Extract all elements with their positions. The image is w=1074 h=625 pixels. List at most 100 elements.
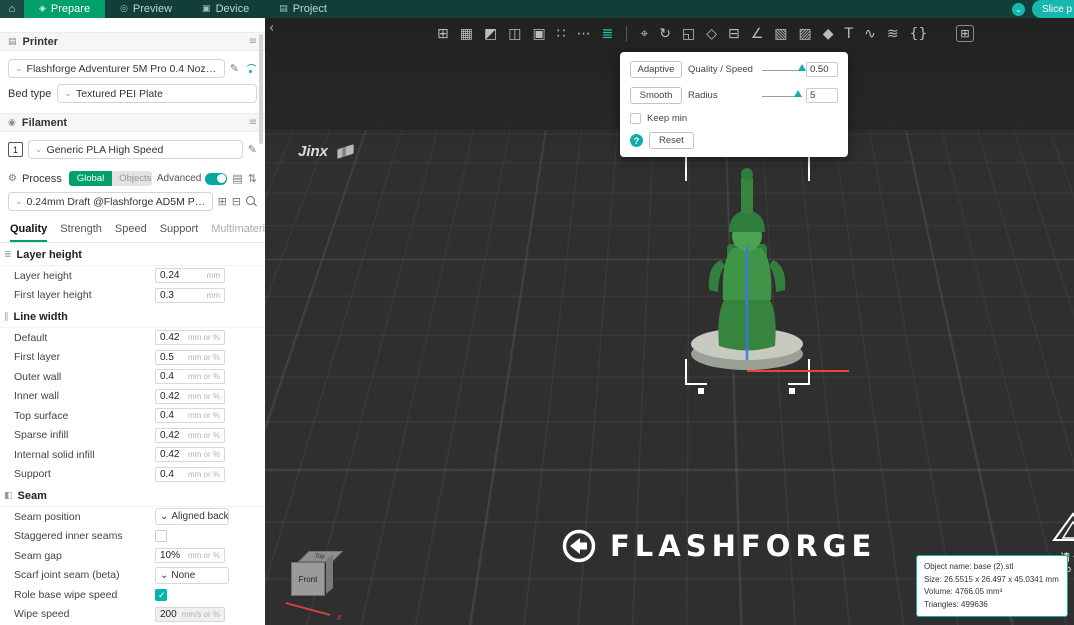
brackets-icon[interactable]: {} — [910, 27, 928, 41]
delete-preset-icon[interactable]: ⊟ — [232, 195, 241, 208]
radius-slider-handle[interactable] — [794, 90, 802, 97]
filament-index-badge[interactable]: 1 — [8, 142, 23, 157]
param-label: Role base wipe speed — [14, 588, 118, 601]
scope-global-button[interactable]: Global — [68, 171, 113, 186]
flashforge-logo-text: FLASHFORGE — [610, 529, 877, 563]
advanced-switch[interactable] — [205, 172, 228, 185]
seam-paint-icon[interactable]: ◆ — [823, 27, 834, 41]
role-base-wipe-speed-checkbox[interactable] — [155, 588, 167, 601]
selection-handle[interactable] — [789, 388, 795, 394]
slice-options-dropdown[interactable]: ⌄ — [1011, 2, 1025, 16]
inner-wall-line-width-input[interactable]: 0.42 mm or % — [155, 388, 225, 404]
cube-right-face[interactable] — [326, 554, 333, 594]
model-figurine[interactable] — [667, 148, 827, 386]
add-object-icon[interactable]: ⊞ — [437, 27, 449, 41]
viewport-3d[interactable]: ‹ ⊞ ▦ ◩ ◫ ▣ ∷ ⋯ ≣ ⌖ ↻ ◱ ◇ ⊟ ∠ ▧ ▨ ◆ T ∿ … — [265, 18, 1074, 625]
first-layer-line-width-input[interactable]: 0.5 mm or % — [155, 349, 225, 365]
param-label: First layer — [14, 351, 61, 364]
quality-slider-handle[interactable] — [798, 64, 806, 71]
filament-preset-select[interactable]: ⌄ Generic PLA High Speed — [28, 140, 243, 159]
edit-printer-icon[interactable]: ✎ — [230, 62, 239, 75]
tab-support[interactable]: Support — [160, 220, 199, 242]
cube-front-face[interactable]: Front — [291, 562, 325, 596]
bed-type-row: Bed type ⌄ Textured PEI Plate — [0, 84, 265, 103]
place-on-face-icon[interactable]: ◇ — [706, 27, 717, 41]
seam-gap-input[interactable]: 10% mm or % — [155, 548, 225, 564]
text-tool-icon[interactable]: T — [845, 27, 854, 41]
slice-plate-button[interactable]: Slice p — [1031, 0, 1074, 18]
layer-height-input[interactable]: 0.24 mm — [155, 268, 225, 284]
scale-icon[interactable]: ◱ — [682, 27, 695, 41]
process-preset-select[interactable]: ⌄ 0.24mm Draft @Flashforge AD5M Pro ... — [8, 192, 213, 211]
tab-strength[interactable]: Strength — [60, 220, 102, 242]
search-icon[interactable] — [246, 196, 257, 207]
rotate-icon[interactable]: ↻ — [659, 27, 671, 41]
reset-button[interactable]: Reset — [649, 132, 694, 149]
param-row: Scarf joint seam (beta) ⌄ None — [0, 566, 265, 586]
keep-min-checkbox[interactable] — [630, 113, 641, 124]
tab-project[interactable]: ▤ Project — [264, 0, 342, 18]
staggered-inner-seams-checkbox[interactable] — [155, 530, 167, 543]
support-line-width-input[interactable]: 0.4 mm or % — [155, 466, 225, 482]
collapse-sidebar-button[interactable]: ‹ — [269, 22, 274, 35]
cube-top-face[interactable]: Top — [298, 551, 343, 562]
edit-filament-icon[interactable]: ✎ — [248, 143, 257, 156]
variable-layer-height-icon[interactable]: ≣ — [602, 27, 614, 41]
filament-icon: ◉ — [8, 117, 16, 128]
copy-preset-icon[interactable]: ⊞ — [218, 195, 227, 208]
orientation-cube[interactable]: Top Front x — [285, 550, 355, 625]
dot-pattern-icon[interactable]: ⋯ — [577, 27, 591, 41]
default-line-width-input[interactable]: 0.42 mm or % — [155, 330, 225, 346]
radius-row: Smooth Radius 5 — [630, 87, 838, 104]
selection-handle[interactable] — [698, 388, 704, 394]
quality-value-input[interactable]: 0.50 — [806, 62, 838, 77]
smooth-button[interactable]: Smooth — [630, 87, 682, 104]
line-width-icon: ∥ — [4, 312, 9, 322]
support-paint-icon[interactable]: ▧ — [774, 27, 787, 41]
printer-settings-icon[interactable]: ≡ — [249, 36, 257, 47]
sidebar-scrollbar[interactable] — [259, 34, 263, 144]
tab-preview-label: Preview — [132, 3, 173, 15]
scope-objects-button[interactable]: Objects — [112, 171, 152, 186]
radius-slider[interactable] — [762, 90, 802, 97]
image-plate-icon[interactable]: ▣ — [532, 27, 545, 41]
split-object-icon[interactable]: ◫ — [508, 27, 521, 41]
first-layer-height-input[interactable]: 0.3 mm — [155, 287, 225, 303]
tab-device[interactable]: ▣ Device — [187, 0, 264, 18]
printer-preset-select[interactable]: ⌄ Flashforge Adventurer 5M Pro 0.4 Nozzl… — [8, 59, 225, 78]
sparse-infill-line-width-input[interactable]: 0.42 mm or % — [155, 427, 225, 443]
wipe-speed-input[interactable]: 200 mm/s or % — [155, 606, 225, 622]
measure-icon[interactable]: ∠ — [751, 27, 764, 41]
move-icon[interactable]: ⌖ — [640, 27, 648, 41]
arrange-icon[interactable]: ▦ — [460, 27, 473, 41]
cut-icon[interactable]: ⊟ — [728, 27, 740, 41]
fill-pattern-icon[interactable]: ∷ — [557, 27, 566, 41]
internal-solid-infill-line-width-input[interactable]: 0.42 mm or % — [155, 447, 225, 463]
seam-position-select[interactable]: ⌄ Aligned back — [155, 508, 229, 526]
quality-slider[interactable] — [762, 64, 806, 71]
tab-preview[interactable]: ◎ Preview — [105, 0, 187, 18]
emboss-icon[interactable]: ∿ — [864, 27, 876, 41]
tab-multimaterial[interactable]: Multimaterial — [211, 220, 265, 242]
wifi-icon[interactable] — [244, 63, 257, 74]
list-icon[interactable]: ▤ — [232, 172, 242, 185]
fuzzy-skin-icon[interactable]: ≋ — [887, 27, 899, 41]
outer-wall-line-width-input[interactable]: 0.4 mm or % — [155, 369, 225, 385]
tab-prepare[interactable]: ◈ Prepare — [24, 0, 106, 18]
help-icon[interactable]: ? — [630, 134, 643, 147]
x-axis-indicator — [285, 602, 331, 616]
color-paint-icon[interactable]: ▨ — [799, 27, 812, 41]
preset-sync-icon[interactable]: ⇅ — [248, 172, 257, 185]
tab-speed[interactable]: Speed — [115, 220, 147, 242]
assembly-view-icon[interactable]: ⊞ — [956, 25, 974, 42]
adaptive-button[interactable]: Adaptive — [630, 61, 682, 78]
auto-orient-icon[interactable]: ◩ — [484, 27, 497, 41]
bed-type-select[interactable]: ⌄ Textured PEI Plate — [57, 84, 257, 103]
top-surface-line-width-input[interactable]: 0.4 mm or % — [155, 408, 225, 424]
filament-settings-icon[interactable]: ≡ — [249, 117, 257, 128]
radius-value-input[interactable]: 5 — [806, 88, 838, 103]
scarf-joint-seam-select[interactable]: ⌄ None — [155, 566, 229, 584]
tab-quality[interactable]: Quality — [10, 220, 48, 242]
param-label: Wipe speed — [14, 608, 70, 621]
home-button[interactable]: ⌂ — [0, 0, 24, 18]
